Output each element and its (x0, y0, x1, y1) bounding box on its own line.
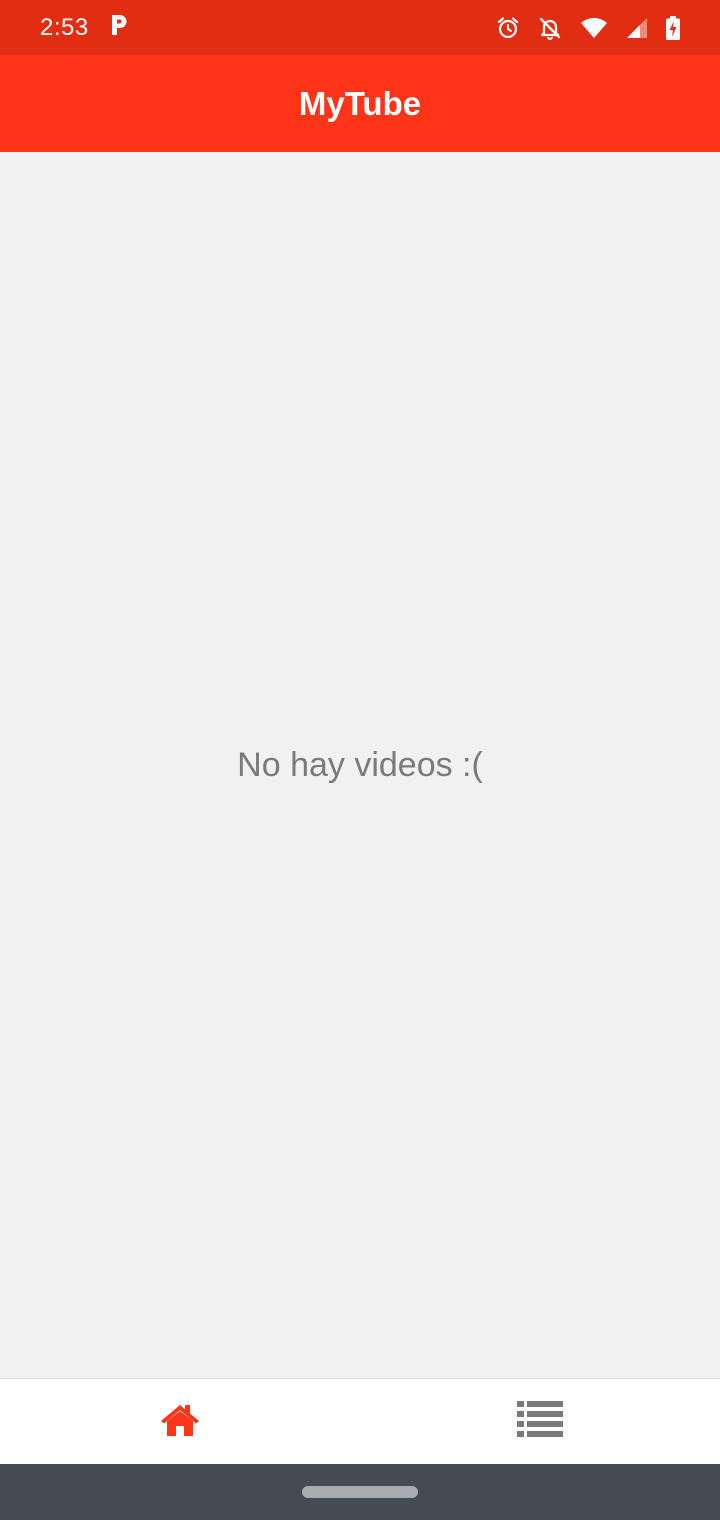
status-bar: 2:53 (0, 0, 720, 55)
status-time: 2:53 (40, 13, 89, 41)
gesture-home-handle[interactable] (302, 1486, 418, 1498)
status-right (496, 15, 680, 40)
nav-item-list[interactable] (360, 1379, 720, 1464)
notifications-off-icon (538, 16, 562, 40)
system-navigation-bar (0, 1464, 720, 1520)
status-left: 2:53 (40, 13, 129, 42)
alarm-icon (496, 16, 520, 40)
screen: 2:53 MyTube No hay videos:( (0, 0, 720, 1520)
home-icon (159, 1401, 201, 1442)
battery-charging-icon (666, 15, 680, 40)
cell-signal-icon (626, 17, 648, 39)
app-bar: MyTube (0, 55, 720, 152)
empty-state-message: No hay videos :( (237, 746, 483, 784)
wifi-icon (580, 17, 608, 39)
list-icon (517, 1400, 563, 1443)
bottom-navigation (0, 1378, 720, 1464)
app-title: MyTube (298, 84, 422, 122)
video-list-area[interactable]: No hay videos :( (0, 152, 720, 1378)
nav-item-home[interactable] (0, 1379, 360, 1464)
parking-app-icon (109, 13, 129, 42)
